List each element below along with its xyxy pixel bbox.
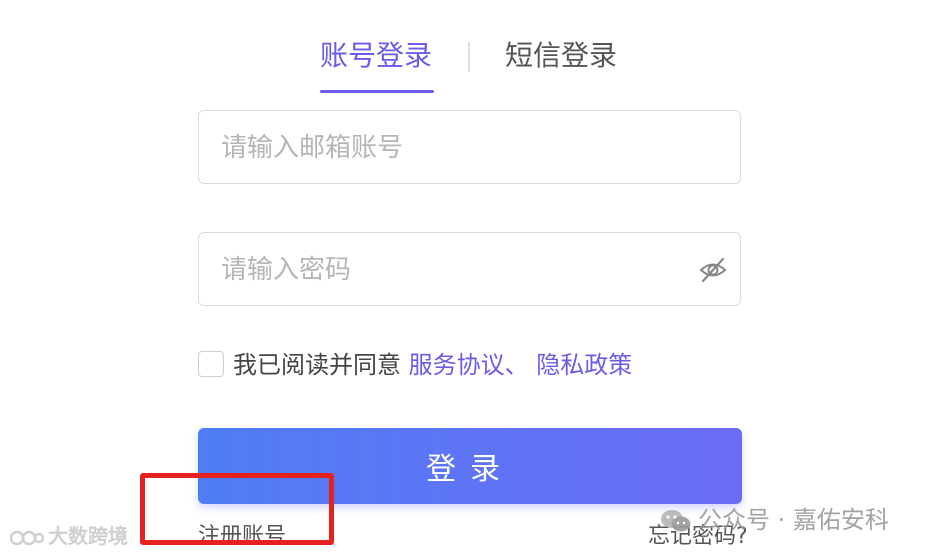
privacy-policy-link[interactable]: 隐私政策	[536, 351, 632, 379]
password-field[interactable]	[198, 232, 741, 307]
watermark-left-text: 大数跨境	[48, 524, 128, 548]
agreement-prefix: 我已阅读并同意	[233, 351, 409, 379]
tab-sms-login[interactable]: 短信登录	[505, 36, 617, 76]
tab-divider	[468, 42, 470, 72]
watermark-right-text: 公众号 · 嘉佑安科	[698, 506, 889, 534]
agreement-separator: 、	[504, 351, 537, 379]
watermark-logo-icon	[9, 527, 45, 549]
agreement-text: 我已阅读并同意 服务协议、 隐私政策	[233, 348, 632, 382]
wechat-icon	[660, 508, 692, 534]
email-field[interactable]	[198, 110, 741, 185]
register-link[interactable]: 注册账号	[198, 518, 286, 550]
login-button[interactable]: 登录	[198, 428, 742, 504]
watermark-left: 大数跨境	[9, 520, 128, 549]
login-tabs: 账号登录 短信登录	[0, 36, 945, 96]
agreement-checkbox[interactable]	[198, 351, 224, 377]
tab-account-login[interactable]: 账号登录	[320, 36, 432, 76]
service-terms-link[interactable]: 服务协议	[409, 351, 505, 379]
eye-hidden-icon[interactable]	[698, 255, 728, 285]
active-tab-indicator	[320, 90, 434, 93]
watermark-wechat: 公众号 · 嘉佑安科	[660, 500, 889, 535]
password-input[interactable]	[219, 233, 693, 307]
email-input[interactable]	[219, 111, 693, 185]
